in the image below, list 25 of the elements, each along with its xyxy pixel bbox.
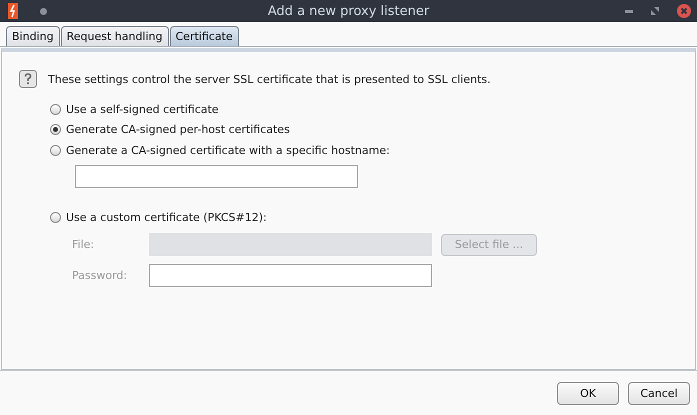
- help-icon[interactable]: [19, 70, 37, 88]
- radio-label[interactable]: Use a custom certificate (PKCS#12):: [66, 211, 267, 224]
- radio-label[interactable]: Generate a CA-signed certificate with a specific hostname:: [66, 144, 390, 157]
- description-text: These settings control the server SSL certificate that is presented to SSL clients.: [48, 72, 491, 86]
- tab[interactable]: Request handling: [60, 26, 168, 46]
- radio-label[interactable]: Generate CA-signed per-host certificates: [66, 123, 290, 136]
- radio-label[interactable]: Use a self-signed certificate: [66, 102, 219, 116]
- pin-icon[interactable]: [40, 8, 47, 14]
- tab[interactable]: Certificate: [170, 26, 239, 46]
- radio-button[interactable]: [50, 104, 61, 115]
- minimize-icon[interactable]: [625, 10, 633, 12]
- radio-button[interactable]: [50, 212, 61, 224]
- password-label: Password:: [72, 269, 128, 282]
- app-logo-icon: [8, 3, 18, 19]
- window-title: Add a new proxy listener: [268, 4, 430, 18]
- radio-button[interactable]: [50, 124, 61, 136]
- maximize-icon[interactable]: [651, 7, 659, 15]
- cancel-button[interactable]: Cancel: [628, 382, 690, 404]
- hostname-field[interactable]: [75, 164, 358, 188]
- close-icon[interactable]: [677, 4, 691, 18]
- file-label: File:: [72, 238, 96, 251]
- password-field[interactable]: [149, 264, 432, 287]
- ok-button[interactable]: OK: [557, 382, 619, 404]
- radio-button[interactable]: [50, 144, 61, 156]
- tab[interactable]: Binding: [6, 26, 60, 46]
